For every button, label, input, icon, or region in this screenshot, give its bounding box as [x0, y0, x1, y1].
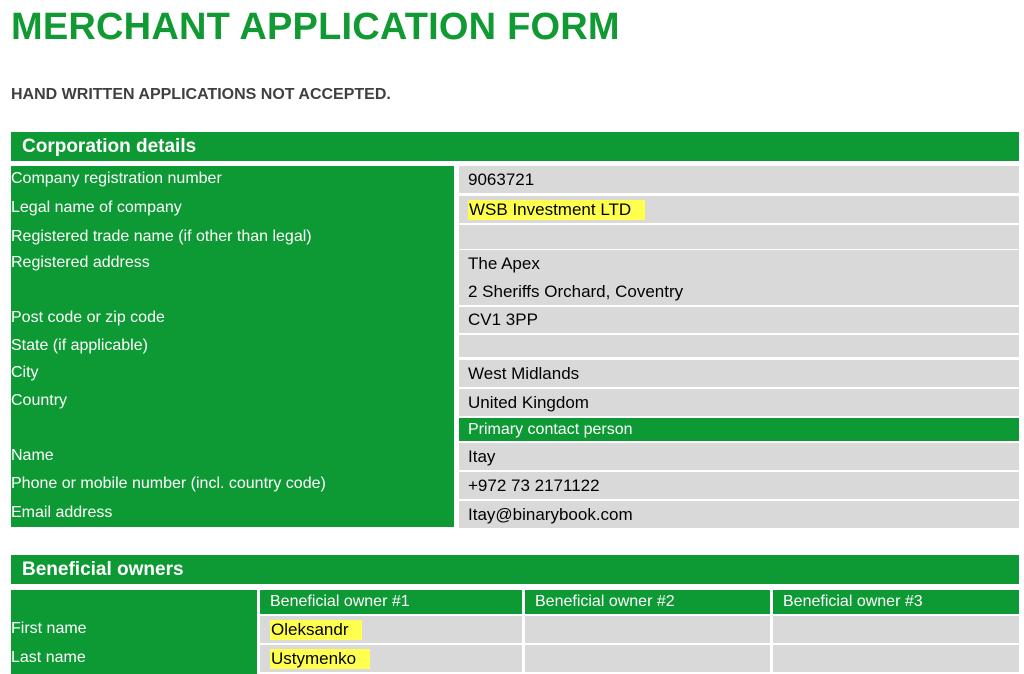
owner-3-first-name[interactable] — [773, 616, 1019, 643]
field-registration-number[interactable]: 9063721 — [459, 166, 1019, 193]
owner-1-first-name-value: Oleksandr — [270, 619, 363, 640]
notice-text: HAND WRITTEN APPLICATIONS NOT ACCEPTED. — [11, 86, 391, 103]
address-line-1: The Apex — [468, 254, 540, 273]
field-trade-name[interactable] — [459, 225, 1019, 249]
owner-2-first-name[interactable] — [525, 616, 770, 643]
label-legal-name: Legal name of company — [11, 199, 182, 216]
field-registered-address[interactable]: The Apex 2 Sheriffs Orchard, Coventry — [459, 250, 1019, 305]
field-phone-value: +972 73 2171122 — [468, 475, 600, 495]
column-owner-3: Beneficial owner #3 — [773, 590, 1019, 614]
field-state[interactable] — [459, 335, 1019, 357]
field-legal-name[interactable]: WSB Investment LTD — [459, 196, 1019, 223]
label-registered-address: Registered address — [11, 254, 150, 271]
field-contact-name-value: Itay — [468, 446, 496, 466]
corporation-heading: Corporation details — [11, 132, 1019, 161]
field-email-value: Itay@binarybook.com — [468, 504, 633, 524]
owner-2-last-name[interactable] — [525, 645, 770, 672]
field-post-code[interactable]: CV1 3PP — [459, 307, 1019, 333]
label-trade-name: Registered trade name (if other than leg… — [11, 228, 312, 245]
owner-1-last-name[interactable]: Ustymenko — [260, 645, 522, 672]
label-state: State (if applicable) — [11, 337, 148, 354]
beneficial-owners-heading: Beneficial owners — [11, 555, 1019, 584]
field-legal-name-value: WSB Investment LTD — [468, 199, 646, 220]
owner-1-first-name[interactable]: Oleksandr — [260, 616, 522, 643]
field-email[interactable]: Itay@binarybook.com — [459, 501, 1019, 528]
field-city-value: West Midlands — [468, 363, 580, 383]
label-first-name: First name — [11, 620, 87, 637]
field-phone[interactable]: +972 73 2171122 — [459, 472, 1019, 499]
label-email: Email address — [11, 504, 113, 521]
owner-1-last-name-value: Ustymenko — [270, 648, 371, 669]
primary-contact-heading: Primary contact person — [459, 418, 1019, 441]
address-line-2: 2 Sheriffs Orchard, Coventry — [468, 282, 684, 301]
owner-3-last-name[interactable] — [773, 645, 1019, 672]
page-title: MERCHANT APPLICATION FORM — [11, 6, 620, 48]
label-country: Country — [11, 392, 68, 409]
field-country[interactable]: United Kingdom — [459, 389, 1019, 416]
column-owner-1: Beneficial owner #1 — [260, 590, 522, 614]
field-city[interactable]: West Midlands — [459, 360, 1019, 387]
label-city: City — [11, 364, 39, 381]
label-last-name: Last name — [11, 649, 86, 666]
label-post-code: Post code or zip code — [11, 309, 165, 326]
field-registration-number-value: 9063721 — [468, 169, 535, 189]
field-country-value: United Kingdom — [468, 392, 589, 412]
label-registration-number: Company registration number — [11, 170, 222, 187]
label-contact-name: Name — [11, 447, 54, 464]
field-contact-name[interactable]: Itay — [459, 443, 1019, 470]
label-phone: Phone or mobile number (incl. country co… — [11, 475, 326, 492]
column-owner-2: Beneficial owner #2 — [525, 590, 770, 614]
field-post-code-value: CV1 3PP — [468, 310, 538, 329]
